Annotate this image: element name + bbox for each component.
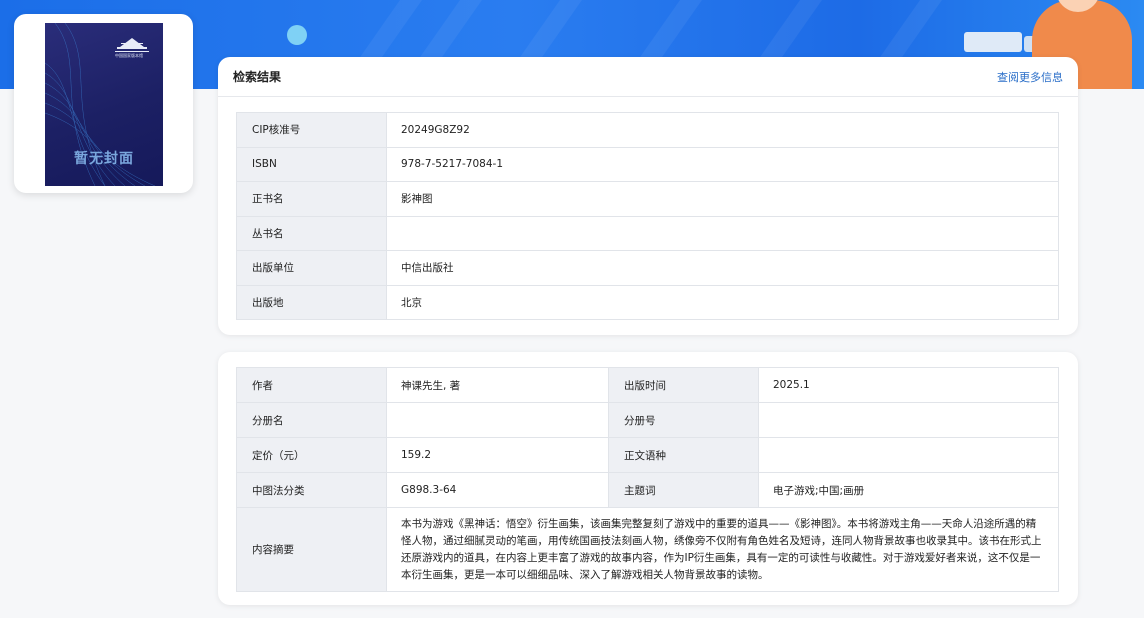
series-label: 丛书名 — [236, 215, 387, 251]
cip-value: 20249G8Z92 — [386, 112, 1059, 148]
table-row: 定价（元） 159.2 正文语种 — [236, 437, 1059, 473]
abstract-value: 本书为游戏《黑神话：悟空》衍生画集，该画集完整复刻了游戏中的重要的道具——《影神… — [386, 507, 1059, 592]
table-row: 出版地 北京 — [236, 284, 1059, 320]
details-card: 作者 神课先生, 著 出版时间 2025.1 分册名 分册号 定价（元） 159… — [218, 352, 1078, 605]
publisher-label: 出版单位 — [236, 250, 387, 286]
language-value — [758, 437, 1059, 473]
place-value: 北京 — [386, 284, 1059, 320]
volume-no-label: 分册号 — [608, 402, 759, 438]
subject-label: 主题词 — [608, 472, 759, 508]
table-row: 中图法分类 G898.3-64 主题词 电子游戏;中国;画册 — [236, 472, 1059, 508]
clc-value: G898.3-64 — [386, 472, 609, 508]
cover-logo-text: 中国国家版本馆 — [115, 53, 143, 58]
table-row: 出版单位 中信出版社 — [236, 250, 1059, 286]
book-cover-placeholder: 中国国家版本馆 暂无封面 — [45, 23, 163, 186]
pubdate-label: 出版时间 — [608, 367, 759, 403]
place-label: 出版地 — [236, 284, 387, 320]
basic-info-table: CIP核准号 20249G8Z92 ISBN 978-7-5217-7084-1… — [236, 112, 1059, 320]
table-row: 作者 神课先生, 著 出版时间 2025.1 — [236, 367, 1059, 403]
title-label: 正书名 — [236, 181, 387, 217]
cover-card: 中国国家版本馆 暂无封面 — [14, 14, 193, 193]
language-label: 正文语种 — [608, 437, 759, 473]
search-results-card: 检索结果 查阅更多信息 CIP核准号 20249G8Z92 ISBN 978-7… — [218, 57, 1078, 335]
more-info-link[interactable]: 查阅更多信息 — [997, 69, 1063, 85]
laptop-illustration — [964, 32, 1022, 52]
series-value — [386, 215, 1059, 251]
cip-label: CIP核准号 — [236, 112, 387, 148]
author-label: 作者 — [236, 367, 387, 403]
abstract-label: 内容摘要 — [236, 507, 387, 592]
price-label: 定价（元） — [236, 437, 387, 473]
subject-value: 电子游戏;中国;画册 — [758, 472, 1059, 508]
isbn-value: 978-7-5217-7084-1 — [386, 146, 1059, 182]
table-row: 正书名 影神图 — [236, 181, 1059, 217]
table-row: ISBN 978-7-5217-7084-1 — [236, 146, 1059, 182]
pubdate-value: 2025.1 — [758, 367, 1059, 403]
volume-name-value — [386, 402, 609, 438]
author-value: 神课先生, 著 — [386, 367, 609, 403]
table-row: CIP核准号 20249G8Z92 — [236, 112, 1059, 148]
table-row: 内容摘要 本书为游戏《黑神话：悟空》衍生画集，该画集完整复刻了游戏中的重要的道具… — [236, 507, 1059, 592]
no-cover-text: 暂无封面 — [74, 151, 134, 167]
publisher-value: 中信出版社 — [386, 250, 1059, 286]
card-header: 检索结果 查阅更多信息 — [218, 57, 1078, 97]
library-logo-icon — [115, 38, 149, 52]
details-table: 作者 神课先生, 著 出版时间 2025.1 分册名 分册号 定价（元） 159… — [236, 367, 1059, 592]
clc-label: 中图法分类 — [236, 472, 387, 508]
volume-name-label: 分册名 — [236, 402, 387, 438]
price-value: 159.2 — [386, 437, 609, 473]
title-value: 影神图 — [386, 181, 1059, 217]
table-row: 丛书名 — [236, 215, 1059, 251]
volume-no-value — [758, 402, 1059, 438]
banner-dot-decoration — [287, 25, 307, 45]
table-row: 分册名 分册号 — [236, 402, 1059, 438]
isbn-label: ISBN — [236, 146, 387, 182]
card-title: 检索结果 — [233, 70, 282, 84]
